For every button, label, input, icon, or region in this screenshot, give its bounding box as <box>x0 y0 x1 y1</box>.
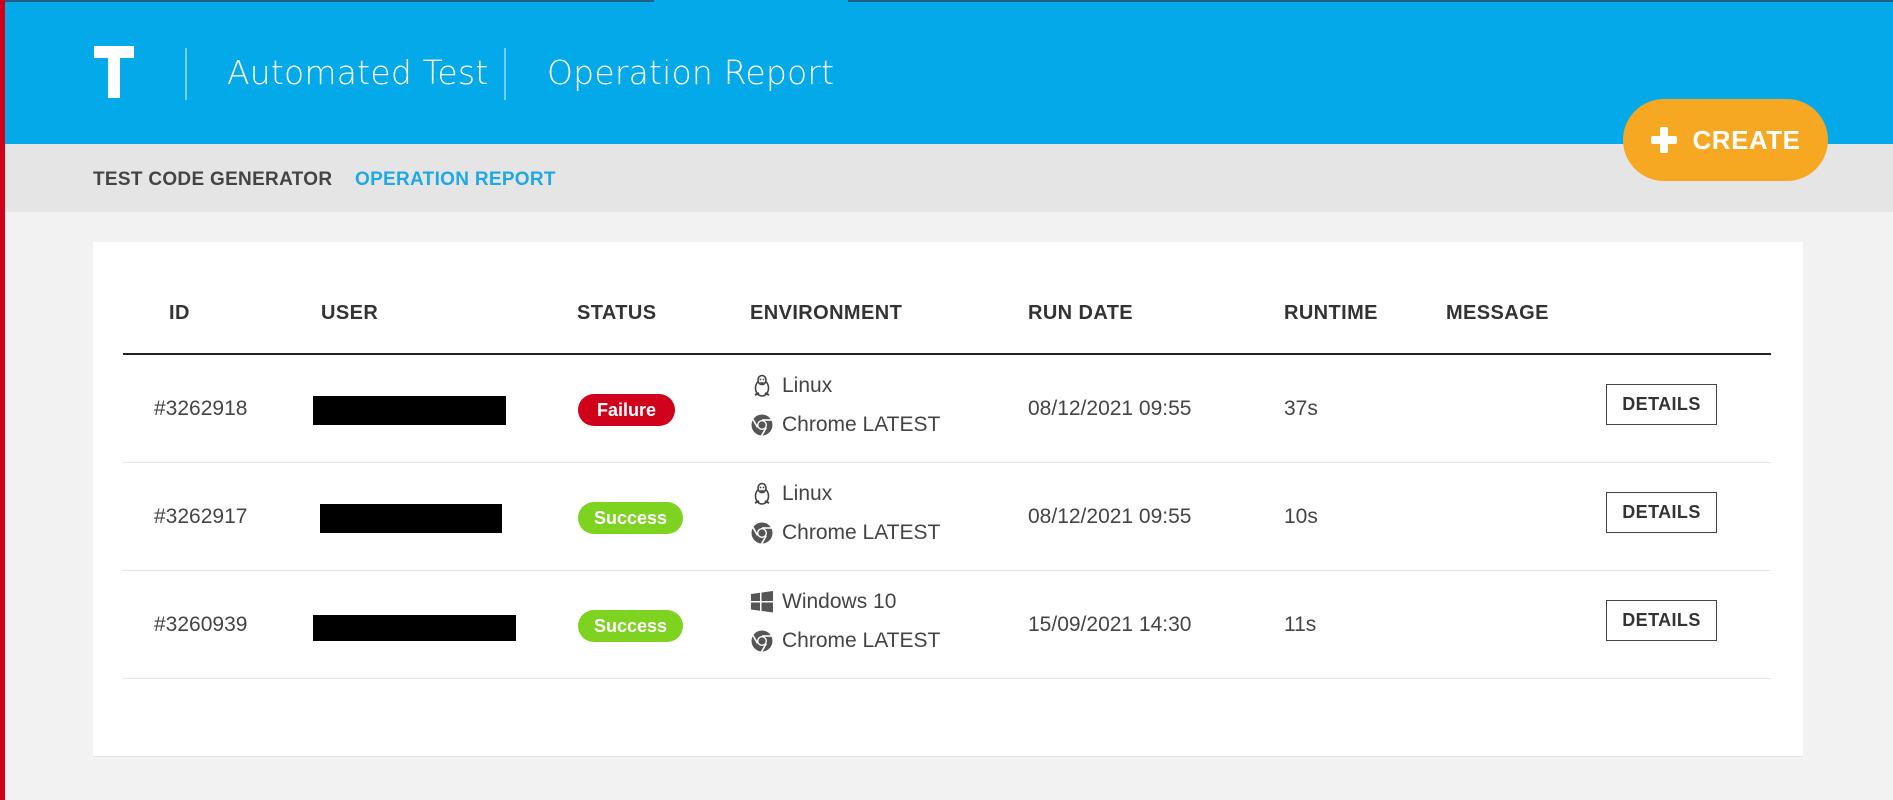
plus-icon <box>1650 127 1677 153</box>
nav-item-test-code-generator[interactable]: TEST CODE GENERATOR <box>93 169 332 191</box>
chrome-icon <box>750 413 774 437</box>
browser-name: Chrome LATEST <box>782 629 941 652</box>
create-button-label: CREATE <box>1692 124 1801 155</box>
user-redacted <box>320 504 502 533</box>
table-row[interactable]: #3260939 Success Windows 10 Chrome LATES… <box>123 571 1771 679</box>
row-id: #3262917 <box>154 505 248 528</box>
chrome-icon <box>750 521 774 545</box>
header-divider <box>185 48 187 100</box>
app-page: Automated Test Operation Report CREATE T… <box>0 0 1893 800</box>
os-name: Linux <box>782 374 833 397</box>
os-name: Linux <box>782 482 833 505</box>
report-table: ID USER STATUS ENVIRONMENT RUN DATE RUNT… <box>123 242 1771 679</box>
header-top-line-gap <box>654 0 848 2</box>
header-divider <box>504 48 506 100</box>
column-header-id[interactable]: ID <box>169 302 190 325</box>
env-browser: Chrome LATEST <box>750 521 940 545</box>
status-badge: Success <box>578 610 683 642</box>
env-os: Linux <box>750 374 832 398</box>
sub-nav: TEST CODE GENERATOR OPERATION REPORT <box>0 144 1893 212</box>
window-edge <box>0 0 5 800</box>
app-title: Automated Test <box>227 53 489 92</box>
column-header-run-date[interactable]: RUN DATE <box>1028 302 1133 325</box>
row-id: #3262918 <box>154 397 248 420</box>
logo-icon[interactable] <box>94 46 134 98</box>
runtime: 10s <box>1284 505 1318 528</box>
section-title: Operation Report <box>547 53 835 92</box>
browser-name: Chrome LATEST <box>782 413 941 436</box>
user-redacted <box>313 615 516 641</box>
header-top-line <box>0 0 1893 2</box>
status-badge: Success <box>578 502 683 534</box>
os-name: Windows 10 <box>782 590 897 613</box>
chrome-icon <box>750 629 774 653</box>
linux-icon <box>750 482 774 506</box>
runtime: 11s <box>1284 613 1317 636</box>
table-row[interactable]: #3262917 Success Linux Chrome LATEST 08/… <box>123 463 1771 571</box>
user-redacted <box>313 396 506 425</box>
env-os: Windows 10 <box>750 590 896 614</box>
table-row[interactable]: #3262918 Failure Linux Chrome LATEST 08/… <box>123 355 1771 463</box>
status-badge: Failure <box>578 394 675 426</box>
column-header-message[interactable]: MESSAGE <box>1446 302 1549 325</box>
details-button[interactable]: DETAILS <box>1606 492 1717 533</box>
env-browser: Chrome LATEST <box>750 413 940 437</box>
column-header-runtime[interactable]: RUNTIME <box>1284 302 1378 325</box>
details-button[interactable]: DETAILS <box>1606 600 1717 641</box>
run-date: 08/12/2021 09:55 <box>1028 397 1192 420</box>
run-date: 08/12/2021 09:55 <box>1028 505 1192 528</box>
runtime: 37s <box>1284 397 1318 420</box>
nav-item-operation-report[interactable]: OPERATION REPORT <box>355 169 556 191</box>
column-header-status[interactable]: STATUS <box>577 302 656 325</box>
env-os: Linux <box>750 482 832 506</box>
run-date: 15/09/2021 14:30 <box>1028 613 1192 636</box>
app-header: Automated Test Operation Report <box>0 0 1893 144</box>
windows-icon <box>750 590 774 614</box>
linux-icon <box>750 374 774 398</box>
column-header-user[interactable]: USER <box>321 302 378 325</box>
row-id: #3260939 <box>154 613 248 636</box>
browser-name: Chrome LATEST <box>782 521 941 544</box>
table-header: ID USER STATUS ENVIRONMENT RUN DATE RUNT… <box>123 242 1771 355</box>
create-button[interactable]: CREATE <box>1623 99 1828 181</box>
env-browser: Chrome LATEST <box>750 629 940 653</box>
column-header-environment[interactable]: ENVIRONMENT <box>750 302 902 325</box>
report-card: ID USER STATUS ENVIRONMENT RUN DATE RUNT… <box>93 242 1803 757</box>
details-button[interactable]: DETAILS <box>1606 384 1717 425</box>
